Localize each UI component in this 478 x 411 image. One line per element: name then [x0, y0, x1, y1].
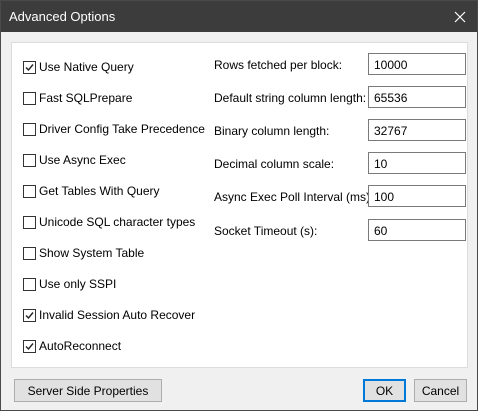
option-checkbox-row[interactable]: Use only SSPI	[23, 276, 116, 292]
checkbox-label: Fast SQLPrepare	[39, 91, 133, 105]
checkbox[interactable]	[23, 308, 36, 322]
checkbox-label: Show System Table	[39, 246, 145, 260]
checkbox[interactable]	[23, 339, 36, 353]
option-checkbox-row[interactable]: AutoReconnect	[23, 338, 121, 354]
field-label: Default string column length:	[214, 91, 367, 105]
checkbox[interactable]	[23, 277, 36, 291]
field-label: Decimal column scale:	[214, 157, 335, 171]
options-panel: Use Native Query Fast SQLPrepare Driver Co…	[11, 42, 468, 368]
field-input[interactable]: 60	[368, 219, 466, 241]
cancel-button[interactable]: Cancel	[414, 379, 467, 402]
checkbox-label: Use Async Exec	[39, 153, 126, 167]
checkbox-label: Unicode SQL character types	[39, 215, 196, 229]
option-checkbox-row[interactable]: Get Tables With Query	[23, 183, 160, 199]
field-input[interactable]: 100	[368, 185, 466, 207]
option-checkbox-row[interactable]: Show System Table	[23, 245, 144, 261]
checkbox[interactable]	[23, 153, 36, 167]
checkbox[interactable]	[23, 246, 36, 260]
server-side-properties-button[interactable]: Server Side Properties	[14, 379, 162, 402]
option-checkbox-row[interactable]: Driver Config Take Precedence	[23, 121, 205, 137]
checkbox-label: Get Tables With Query	[39, 184, 160, 198]
field-input[interactable]: 10	[368, 152, 466, 174]
checkbox[interactable]	[23, 184, 36, 198]
checkmark-icon	[25, 311, 34, 319]
checkbox-label: AutoReconnect	[39, 339, 122, 353]
checkbox[interactable]	[23, 60, 36, 74]
checkmark-icon	[25, 342, 34, 350]
title-bar[interactable]: Advanced Options	[1, 1, 477, 32]
checkbox-label: Use Native Query	[39, 60, 134, 74]
checkmark-icon	[25, 63, 34, 71]
close-icon	[454, 11, 466, 22]
field-label: Rows fetched per block:	[214, 58, 343, 72]
close-button[interactable]	[443, 1, 477, 32]
option-checkbox-row[interactable]: Fast SQLPrepare	[23, 90, 132, 106]
checkbox[interactable]	[23, 122, 36, 136]
ok-button[interactable]: OK	[363, 379, 406, 402]
option-checkbox-row[interactable]: Use Async Exec	[23, 152, 126, 168]
field-label: Async Exec Poll Interval (ms):	[214, 190, 374, 204]
checkbox[interactable]	[23, 215, 36, 229]
checkbox-label: Invalid Session Auto Recover	[39, 308, 196, 322]
checkbox-label: Use only SSPI	[39, 277, 117, 291]
checkbox[interactable]	[23, 91, 36, 105]
option-checkbox-row[interactable]: Unicode SQL character types	[23, 214, 195, 230]
field-input[interactable]: 10000	[368, 53, 466, 75]
dialog-title: Advanced Options	[9, 9, 116, 24]
field-input[interactable]: 65536	[368, 86, 466, 108]
option-checkbox-row[interactable]: Use Native Query	[23, 59, 134, 75]
field-input[interactable]: 32767	[368, 119, 466, 141]
checkbox-label: Driver Config Take Precedence	[39, 122, 205, 136]
field-label: Binary column length:	[214, 124, 330, 138]
field-label: Socket Timeout (s):	[214, 224, 318, 238]
advanced-options-dialog: Advanced Options Use Native Query Fast SQ…	[0, 0, 478, 411]
option-checkbox-row[interactable]: Invalid Session Auto Recover	[23, 307, 195, 323]
